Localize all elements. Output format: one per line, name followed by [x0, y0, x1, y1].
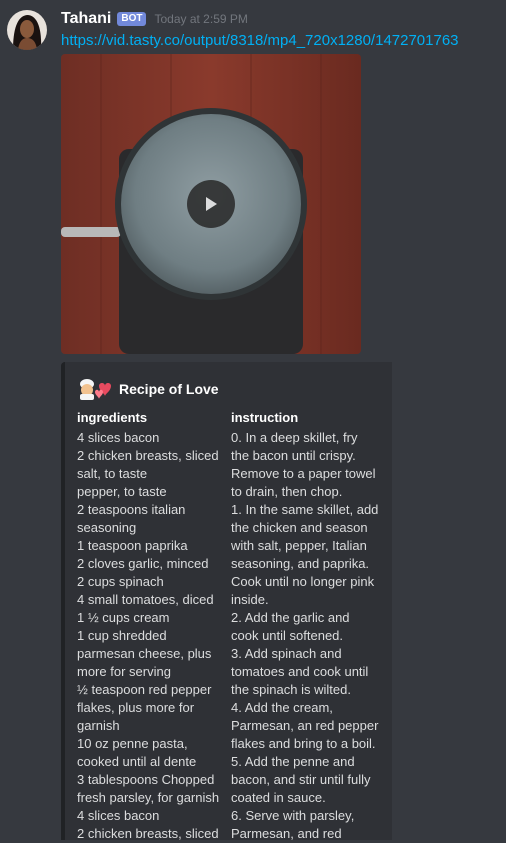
avatar-image — [7, 10, 47, 50]
instruction-line: 1. In the same skillet, add — [231, 502, 379, 517]
ingredient-line: flakes, plus more for — [77, 700, 195, 715]
ingredient-line: 4 slices bacon — [77, 808, 160, 823]
ingredients-field: ingredients 4 slices bacon 2 chicken bre… — [77, 409, 227, 843]
instruction-line: bacon, and stir until fully — [231, 772, 371, 787]
instruction-heading: instruction — [231, 410, 299, 425]
instruction-line: the bacon until crispy. — [231, 448, 356, 463]
ingredient-line: 2 cups spinach — [77, 574, 164, 589]
ingredient-line: ½ teaspoon red pepper — [77, 682, 212, 697]
ingredient-line: 1 ½ cups cream — [77, 610, 170, 625]
user-avatar[interactable] — [7, 10, 47, 50]
instruction-line: 3. Add spinach and — [231, 646, 342, 661]
ingredient-line: 2 cloves garlic, minced — [77, 556, 209, 571]
ingredient-line: 2 chicken breasts, sliced — [77, 448, 219, 463]
instruction-line: Parmesan, an red pepper — [231, 718, 379, 733]
embed-title: Recipe of Love — [119, 381, 219, 397]
instruction-line: Parmesan, and red — [231, 826, 342, 841]
instruction-line: cook until softened. — [231, 628, 344, 643]
instruction-line: the chicken and season — [231, 520, 368, 535]
recipe-embed: Recipe of Love ingredients 4 slices baco… — [61, 362, 392, 843]
embed-author: Recipe of Love — [77, 378, 219, 400]
instruction-line: to drain, then chop. — [231, 484, 343, 499]
ingredient-line: 3 tablespoons Chopped — [77, 772, 215, 787]
instruction-list: 0. In a deep skillet, fry the bacon unti… — [231, 429, 386, 843]
message-timestamp: Today at 2:59 PM — [154, 12, 248, 26]
ingredients-heading: ingredients — [77, 410, 148, 425]
instruction-line: 4. Add the cream, — [231, 700, 333, 715]
play-button[interactable] — [187, 180, 235, 228]
ingredient-line: 2 teaspoons italian — [77, 502, 186, 517]
instruction-line: the spinach is wilted. — [231, 682, 351, 697]
ingredient-line: garnish — [77, 718, 120, 733]
instruction-line: coated in sauce. — [231, 790, 326, 805]
ingredient-line: more for serving — [77, 664, 171, 679]
username[interactable]: Tahani — [61, 10, 111, 28]
video-embed[interactable] — [61, 54, 361, 354]
ingredient-line: 4 slices bacon — [77, 430, 160, 445]
instruction-line: 0. In a deep skillet, fry — [231, 430, 358, 445]
instruction-line: tomatoes and cook until — [231, 664, 369, 679]
ingredient-line: seasoning — [77, 520, 137, 535]
ingredient-line: fresh parsley, for garnish — [77, 790, 220, 805]
ingredient-line: salt, to taste — [77, 466, 148, 481]
instruction-line: 2. Add the garlic and — [231, 610, 350, 625]
ingredient-line: 1 cup shredded — [77, 628, 167, 643]
instruction-line: inside. — [231, 592, 269, 607]
ingredient-line: 2 chicken breasts, sliced — [77, 826, 219, 841]
instruction-line: 5. Add the penne and — [231, 754, 355, 769]
instruction-line: 6. Serve with parsley, — [231, 808, 355, 823]
message-header: Tahani BOT Today at 2:59 PM — [61, 9, 248, 29]
ingredient-line: parmesan cheese, plus — [77, 646, 212, 661]
play-icon — [206, 197, 217, 211]
ingredient-line: cooked until al dente — [77, 754, 197, 769]
ingredient-line: pepper, to taste — [77, 484, 167, 499]
ingredient-line: 1 teaspoon paprika — [77, 538, 188, 553]
instruction-line: Remove to a paper towel — [231, 466, 376, 481]
ingredients-list: 4 slices bacon 2 chicken breasts, sliced… — [77, 429, 227, 843]
instruction-field: instruction 0. In a deep skillet, fry th… — [231, 409, 386, 843]
ingredient-line: 4 small tomatoes, diced — [77, 592, 214, 607]
instruction-line: flakes and bring to a boil. — [231, 736, 376, 751]
instruction-line: seasoning, and paprika. — [231, 556, 370, 571]
bot-badge: BOT — [117, 12, 147, 26]
instruction-line: Cook until no longer pink — [231, 574, 375, 589]
ingredient-line: 10 oz penne pasta, — [77, 736, 188, 751]
instruction-line: with salt, pepper, Italian — [231, 538, 367, 553]
video-link[interactable]: https://vid.tasty.co/output/8318/mp4_720… — [61, 32, 459, 49]
chef-hearts-icon — [80, 379, 111, 400]
